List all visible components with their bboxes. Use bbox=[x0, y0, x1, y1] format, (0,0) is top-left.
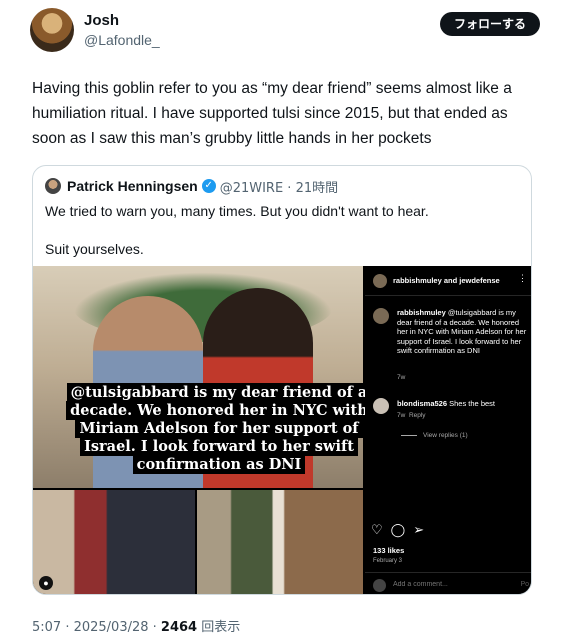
ig-comment2-text: Shes the best bbox=[449, 399, 495, 408]
ig-comment2-time: 7w bbox=[397, 412, 406, 419]
tweet-header: Josh @Lafondle_ フォローする bbox=[30, 8, 540, 52]
ig-actions: ♡ ◯ ➢ bbox=[371, 522, 424, 538]
user-tag-icon[interactable]: ● bbox=[39, 576, 53, 590]
more-options-icon[interactable]: ⋮ bbox=[518, 273, 527, 284]
instagram-panel: rabbishmuley and jewdefense ⋮ rabbishmul… bbox=[365, 266, 531, 594]
share-icon[interactable]: ➢ bbox=[413, 522, 424, 538]
quoted-text-line2: Suit yourselves. bbox=[45, 241, 144, 257]
author-name[interactable]: Josh bbox=[84, 12, 119, 29]
author-avatar[interactable] bbox=[30, 8, 74, 52]
quoted-media[interactable]: @tulsigabbard is my dear friend of a dec… bbox=[33, 266, 531, 594]
view-replies-link[interactable]: View replies (1) bbox=[401, 432, 468, 439]
image-caption-text: @tulsigabbard is my dear friend of a dec… bbox=[66, 383, 372, 474]
follow-button[interactable]: フォローする bbox=[439, 12, 540, 36]
ig-comment1-time: 7w bbox=[397, 374, 406, 381]
image-caption: @tulsigabbard is my dear friend of a dec… bbox=[59, 383, 379, 474]
ig-comment2-avatar[interactable] bbox=[373, 398, 389, 414]
ig-date: February 3 bbox=[373, 558, 403, 564]
quoted-text-line1: We tried to warn you, many times. But yo… bbox=[45, 203, 429, 219]
ig-header: rabbishmuley and jewdefense ⋮ bbox=[365, 266, 531, 296]
verified-badge-icon: ✓ bbox=[201, 179, 216, 193]
ig-comment1-avatar[interactable] bbox=[373, 308, 389, 324]
ig-comment2-user[interactable]: blondisma526 bbox=[397, 399, 447, 408]
tweet-timestamp[interactable]: 5:07 · 2025/03/28 · bbox=[32, 620, 161, 635]
group-photo-right bbox=[197, 490, 363, 594]
ig-add-comment-row: Po bbox=[365, 572, 531, 594]
ig-comment1: rabbishmuley @tulsigabbard is my dear fr… bbox=[397, 308, 527, 356]
quoted-header: Patrick Henningsen ✓ @21WIRE · 21時間 bbox=[45, 176, 338, 196]
view-count: 2464 bbox=[160, 620, 198, 635]
tweet-footer: 5:07 · 2025/03/28 · 2464 回表示 bbox=[32, 616, 240, 635]
ig-comment2: blondisma526 Shes the best bbox=[397, 399, 495, 408]
ig-header-accounts[interactable]: rabbishmuley and jewdefense bbox=[393, 276, 500, 285]
ig-post-button[interactable]: Po bbox=[520, 581, 529, 588]
ig-likes[interactable]: 133 likes bbox=[373, 546, 404, 555]
quoted-handle-time: @21WIRE · 21時間 bbox=[219, 180, 339, 196]
quoted-avatar[interactable] bbox=[45, 178, 61, 194]
quoted-tweet[interactable]: Patrick Henningsen ✓ @21WIRE · 21時間 We t… bbox=[32, 165, 532, 595]
ig-header-avatar[interactable] bbox=[373, 274, 387, 288]
quoted-author-name[interactable]: Patrick Henningsen bbox=[67, 178, 198, 194]
group-photo-left bbox=[33, 490, 195, 594]
ig-comment2-meta: 7w Reply bbox=[397, 412, 426, 419]
ig-reply-link[interactable]: Reply bbox=[409, 412, 426, 419]
view-label: 回表示 bbox=[197, 620, 241, 635]
comment-icon[interactable]: ◯ bbox=[391, 522, 406, 538]
heart-icon[interactable]: ♡ bbox=[371, 522, 383, 538]
tweet-text: Having this goblin refer to you as “my d… bbox=[32, 80, 512, 147]
ig-comment-input[interactable] bbox=[393, 581, 513, 588]
author-handle[interactable]: @Lafondle_ bbox=[84, 32, 160, 48]
ig-comment1-user[interactable]: rabbishmuley bbox=[397, 308, 446, 317]
ig-comment-avatar bbox=[373, 579, 386, 592]
